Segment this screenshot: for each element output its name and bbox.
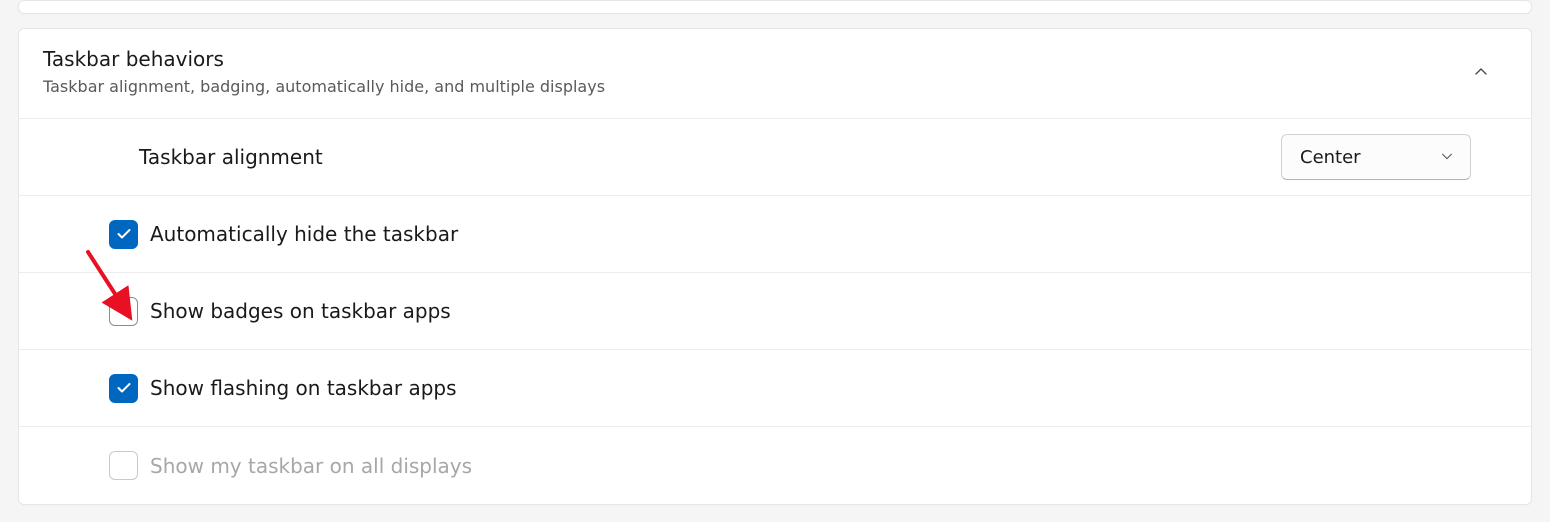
auto-hide-label: Automatically hide the taskbar [150,222,458,246]
previous-section-card-stub [18,0,1532,14]
flashing-checkbox[interactable] [109,374,138,403]
all-displays-row: Show my taskbar on all displays [19,427,1531,504]
section-subtitle: Taskbar alignment, badging, automaticall… [43,77,605,96]
taskbar-alignment-select[interactable]: Center [1281,134,1471,180]
all-displays-label: Show my taskbar on all displays [150,454,472,478]
taskbar-alignment-row: Taskbar alignment Center [19,119,1531,196]
auto-hide-row: Automatically hide the taskbar [19,196,1531,273]
taskbar-alignment-label: Taskbar alignment [139,145,323,169]
chevron-down-icon [1440,147,1454,168]
taskbar-behaviors-header[interactable]: Taskbar behaviors Taskbar alignment, bad… [19,29,1531,119]
flashing-label: Show flashing on taskbar apps [150,376,457,400]
all-displays-checkbox [109,451,138,480]
auto-hide-checkbox[interactable] [109,220,138,249]
chevron-up-icon [1471,62,1491,82]
badges-checkbox[interactable] [109,297,138,326]
section-title: Taskbar behaviors [43,47,605,71]
badges-row: Show badges on taskbar apps [19,273,1531,350]
badges-label: Show badges on taskbar apps [150,299,451,323]
taskbar-behaviors-card: Taskbar behaviors Taskbar alignment, bad… [18,28,1532,505]
taskbar-alignment-value: Center [1300,147,1361,168]
flashing-row: Show flashing on taskbar apps [19,350,1531,427]
